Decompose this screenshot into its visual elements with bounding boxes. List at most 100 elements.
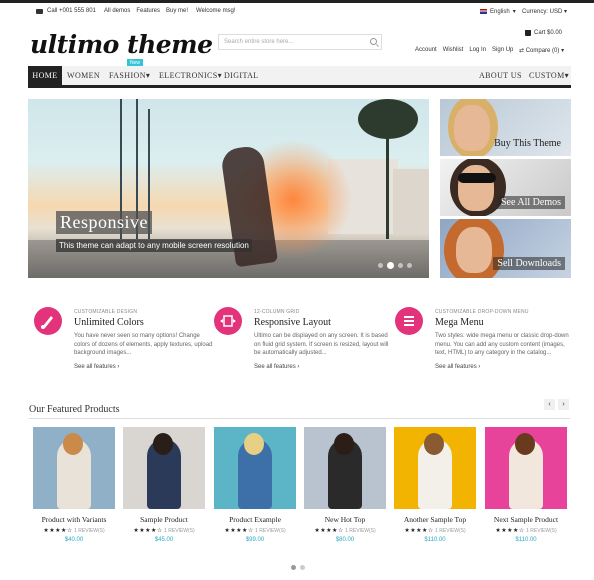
review-count: 1 REVIEW(S) — [255, 528, 286, 534]
cart-button[interactable]: Cart $0.00 — [525, 30, 562, 36]
product-image[interactable] — [214, 427, 296, 509]
feature-kicker: 12-column grid — [254, 309, 300, 315]
nav-electronics[interactable]: ELECTRONICS▾ — [159, 66, 222, 85]
account-links: Account Wishlist Log In Sign Up — [415, 47, 513, 53]
signup-link[interactable]: Sign Up — [492, 47, 513, 53]
see-all-features-link[interactable]: See all features › — [254, 364, 299, 370]
slide-dot[interactable] — [407, 263, 412, 268]
product-image[interactable] — [485, 427, 567, 509]
carousel-prev-button[interactable]: ‹ — [544, 399, 555, 410]
banner-label: Buy This Theme — [494, 138, 561, 149]
nav-custom[interactable]: CUSTOM▾ — [529, 66, 569, 85]
rating-stars: ★★★★☆ — [133, 528, 163, 534]
search-icon[interactable] — [370, 38, 377, 45]
rating-stars: ★★★★☆ — [314, 528, 344, 534]
page-dot[interactable] — [300, 565, 305, 570]
see-all-features-label: See all features — [254, 364, 296, 370]
product-name[interactable]: Next Sample Product — [485, 515, 567, 524]
product-name[interactable]: New Hot Top — [304, 515, 386, 524]
hero-subtitle: This theme can adapt to any mobile scree… — [56, 239, 252, 252]
product-rating[interactable]: ★★★★☆ 1 REVIEW(S) — [123, 527, 205, 534]
chevron-down-icon: ▾ — [145, 71, 151, 80]
chevron-down-icon: ▾ — [564, 71, 570, 80]
product-rating[interactable]: ★★★★☆ 1 REVIEW(S) — [33, 527, 115, 534]
review-count: 1 REVIEW(S) — [345, 528, 376, 534]
carousel-next-button[interactable]: › — [558, 399, 569, 410]
product-price: $99.00 — [245, 537, 265, 543]
product-rating[interactable]: ★★★★☆ 1 REVIEW(S) — [485, 527, 567, 534]
product-card[interactable]: Another Sample Top ★★★★☆ 1 REVIEW(S) $110.… — [394, 427, 476, 543]
product-image[interactable] — [304, 427, 386, 509]
model-head-image — [153, 433, 173, 455]
top-link-features[interactable]: Features — [136, 8, 160, 14]
feature-title: Mega Menu — [435, 317, 484, 328]
site-logo[interactable]: ultimo theme — [30, 30, 213, 59]
feature-kicker: Customizable design — [74, 309, 138, 315]
banner-see-demos[interactable]: See All Demos — [440, 159, 571, 216]
product-image[interactable] — [33, 427, 115, 509]
product-price: $80.00 — [335, 537, 355, 543]
see-all-features-label: See all features — [435, 364, 477, 370]
product-image[interactable] — [394, 427, 476, 509]
model-head-image — [244, 433, 264, 455]
nav-home[interactable]: HOME — [28, 66, 62, 85]
hero-slider[interactable]: Responsive This theme can adapt to any m… — [28, 99, 429, 278]
product-name[interactable]: Product Example — [214, 515, 296, 524]
language-label: English — [490, 8, 510, 15]
nav-fashion-label: FASHION — [109, 71, 146, 80]
product-card[interactable]: Sample Product ★★★★☆ 1 REVIEW(S) $45.00 — [123, 427, 205, 543]
language-switcher[interactable]: English ▾ — [480, 8, 516, 15]
slide-dot-active[interactable] — [387, 262, 394, 269]
product-card[interactable]: Product Example ★★★★☆ 1 REVIEW(S) $99.00 — [214, 427, 296, 543]
page-dot-active[interactable] — [291, 565, 296, 570]
product-rating[interactable]: ★★★★☆ 1 REVIEW(S) — [214, 527, 296, 534]
banner-buy-theme[interactable]: Buy This Theme — [440, 99, 571, 156]
login-link[interactable]: Log In — [469, 47, 486, 53]
brush-icon — [34, 307, 62, 335]
product-card[interactable]: Next Sample Product ★★★★☆ 1 REVIEW(S) $110… — [485, 427, 567, 543]
model-head-image — [424, 433, 444, 455]
nav-women[interactable]: WOMEN — [67, 66, 100, 85]
slide-dot[interactable] — [398, 263, 403, 268]
review-count: 1 REVIEW(S) — [164, 528, 195, 534]
compare-icon: ⇄ — [519, 48, 525, 54]
product-price: $40.00 — [64, 537, 84, 543]
palm-trunk-image — [386, 129, 389, 239]
currency-label: Currency: USD — [522, 9, 563, 15]
product-price: $110.00 — [424, 537, 446, 543]
top-link-all-demos[interactable]: All demos — [104, 8, 130, 14]
product-name[interactable]: Product with Variants — [33, 515, 115, 524]
model-head-image — [515, 433, 535, 455]
product-card[interactable]: New Hot Top ★★★★☆ 1 REVIEW(S) $80.00 — [304, 427, 386, 543]
product-name[interactable]: Another Sample Top — [394, 515, 476, 524]
compare-button[interactable]: ⇄ Compare (0) ▾ — [519, 47, 564, 54]
model-face-image — [454, 105, 490, 151]
feature-description: You have never seen so many options! Cha… — [74, 333, 213, 356]
slide-dot[interactable] — [378, 263, 383, 268]
nav-electronics-label: ELECTRONICS — [159, 71, 218, 80]
top-link-buy-me[interactable]: Buy me! — [166, 8, 188, 14]
banner-sell-downloads[interactable]: Sell Downloads — [440, 219, 571, 278]
account-link[interactable]: Account — [415, 47, 437, 53]
product-rating[interactable]: ★★★★☆ 1 REVIEW(S) — [394, 527, 476, 534]
feature-title: Unlimited Colors — [74, 317, 144, 328]
hero-pagination — [378, 262, 412, 269]
product-rating[interactable]: ★★★★☆ 1 REVIEW(S) — [304, 527, 386, 534]
nav-digital[interactable]: DIGITAL — [224, 66, 259, 85]
see-all-features-link[interactable]: See all features › — [74, 364, 119, 370]
rating-stars: ★★★★☆ — [43, 528, 73, 534]
phone-text: Call +001 555 801 — [47, 8, 96, 14]
menu-icon — [395, 307, 423, 335]
nav-fashion[interactable]: FASHION▾ — [109, 66, 150, 85]
wishlist-link[interactable]: Wishlist — [443, 47, 464, 53]
see-all-features-link[interactable]: See all features › — [435, 364, 480, 370]
product-name[interactable]: Sample Product — [123, 515, 205, 524]
chevron-down-icon: ▾ — [217, 71, 223, 80]
top-links: All demos Features Buy me! — [104, 8, 188, 14]
search-input[interactable]: Search entire store here... — [218, 34, 382, 50]
nav-about-us[interactable]: ABOUT US — [479, 66, 522, 85]
chevron-down-icon: ▾ — [561, 48, 565, 54]
product-card[interactable]: Product with Variants ★★★★☆ 1 REVIEW(S) $4… — [33, 427, 115, 543]
product-image[interactable] — [123, 427, 205, 509]
currency-switcher[interactable]: Currency: USD ▾ — [522, 8, 567, 15]
